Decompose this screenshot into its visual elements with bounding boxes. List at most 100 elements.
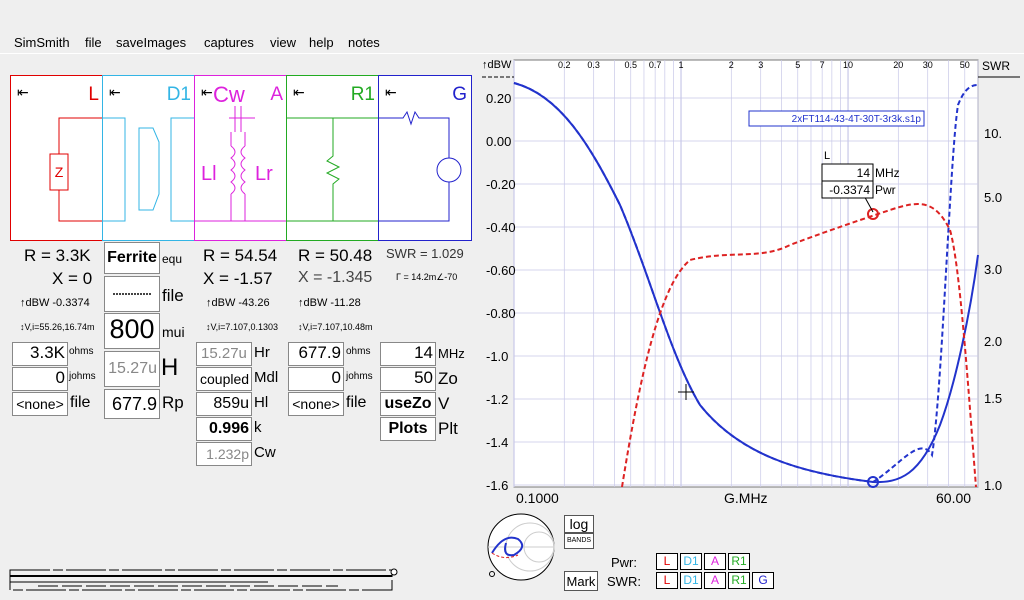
pwr-toggle-r1[interactable]: R1 [728, 553, 750, 570]
mark-button[interactable]: Mark [564, 571, 598, 591]
r1-file-label: file [346, 394, 367, 411]
y-tick-label: -1.0 [486, 349, 508, 364]
menu-simsmith[interactable]: SimSmith [14, 35, 70, 50]
swr-axis-ticks: 10. 5.0 3.0 2.0 1.5 1.0 [984, 126, 1002, 493]
l-x-value: X = 0 [52, 269, 93, 288]
y-tick-label: 0.20 [486, 91, 511, 106]
menu-captures[interactable]: captures [204, 35, 254, 50]
swr-toggle-g[interactable]: G [752, 572, 774, 589]
mui-input[interactable]: 800 [104, 313, 160, 349]
a-hr-label: Hr [254, 344, 270, 361]
panel-l[interactable]: ⇤ L Z [10, 75, 104, 241]
g-swr-value: SWR = 1.029 [386, 246, 464, 261]
a-mdl-select[interactable]: coupled [196, 367, 252, 391]
g-plots-button[interactable]: Plots [380, 417, 436, 441]
h-input[interactable]: 15.27u [104, 351, 160, 387]
l-johms-input[interactable]: 0 [12, 367, 68, 391]
ferrite-select[interactable]: Ferrite [104, 242, 160, 274]
d1-file-label: file [162, 286, 184, 305]
menu-bar: SimSmith file saveImages captures view h… [0, 33, 1024, 53]
a-x-value: X = -1.57 [203, 269, 273, 288]
swr-toggle-r1[interactable]: R1 [728, 572, 750, 589]
g-freq-unit: MHz [438, 346, 465, 361]
equ-label: equ [162, 252, 183, 266]
swr-tick-label: 3.0 [984, 262, 1002, 277]
log-button[interactable]: log [564, 515, 594, 533]
swr-legend-label: SWR: [607, 574, 641, 589]
smith-chart-thumbnail[interactable] [484, 513, 562, 585]
menu-file[interactable]: file [85, 35, 102, 50]
r1-johms-unit: johms [346, 371, 373, 382]
power-swr-plot[interactable]: 0.20 0.00 -0.20 -0.40 -0.60 -0.80 -1.0 -1.2 -1.4… [480, 55, 1024, 515]
r1-file-input[interactable]: <none> [288, 392, 344, 416]
menu-view[interactable]: view [270, 35, 296, 50]
swr-tick-label: 1.0 [984, 478, 1002, 493]
a-hl-label: Hl [254, 394, 269, 411]
x-axis-right-label: 60.00 [936, 490, 971, 506]
y-tick-label: -1.6 [486, 478, 508, 493]
marker-pwr: -0.3374 [829, 183, 870, 197]
top-tick-label: 2 [729, 60, 734, 70]
panel-g[interactable]: ⇤ G [378, 75, 472, 241]
marker-title: L [824, 150, 830, 162]
a-dbw: ↑dBW -43.26 [206, 297, 270, 309]
ferrite-curve-thumbnail[interactable] [104, 276, 160, 312]
a-k-input[interactable]: 0.996 [196, 417, 252, 441]
top-tick-label: 5 [795, 60, 800, 70]
l-ohms-input[interactable]: 3.3K [12, 342, 68, 366]
marker-freq: 14 [857, 166, 871, 180]
a-hl-input[interactable]: 859u [196, 392, 252, 416]
g-gamma-value: Γ = 14.2m∠-70 [396, 272, 458, 282]
a-vi: ↕V,i=7.107,0.1303 [206, 322, 278, 332]
pwr-toggle-a[interactable]: A [704, 553, 726, 570]
ll-label: Ll [201, 163, 217, 185]
l-vi: ↕V,i=55.26,16.74m [20, 322, 95, 332]
r1-johms-input[interactable]: 0 [288, 367, 344, 391]
a-k-label: k [254, 419, 262, 436]
lr-label: Lr [255, 163, 273, 185]
menu-help[interactable]: help [309, 35, 334, 50]
y-tick-label: -1.2 [486, 392, 508, 407]
top-tick-label: 0.3 [587, 60, 600, 70]
pwr-toggle-l[interactable]: L [656, 553, 678, 570]
top-tick-label: 1 [679, 60, 684, 70]
r1-r-value: R = 50.48 [298, 246, 373, 265]
l-file-input[interactable]: <none> [12, 392, 68, 416]
history-slider[interactable] [8, 566, 408, 592]
a-hr-input[interactable]: 15.27u [196, 342, 252, 366]
h-label: H [161, 354, 179, 381]
l-ohms-unit: ohms [69, 346, 94, 357]
y-tick-label: -0.60 [486, 263, 516, 278]
panel-a[interactable]: ⇤ Cw A Ll Lr [194, 75, 288, 241]
top-tick-label: 10 [843, 60, 853, 70]
g-zo-label: Zo [438, 369, 458, 388]
rp-input[interactable]: 677.9 [104, 389, 160, 419]
panel-r1[interactable]: ⇤ R1 [286, 75, 380, 241]
swr-axis-label: SWR [982, 59, 1010, 73]
top-tick-label: 0.5 [624, 60, 637, 70]
swr-tick-label: 1.5 [984, 391, 1002, 406]
swr-toggle-l[interactable]: L [656, 572, 678, 589]
swr-tick-label: 10. [984, 126, 1002, 141]
pwr-toggle-d1[interactable]: D1 [680, 553, 702, 570]
bands-button[interactable]: BANDS [564, 533, 594, 549]
shunt-resistor-symbol [287, 117, 379, 222]
a-cw-input[interactable]: 1.232p [196, 442, 252, 466]
top-tick-label: 20 [893, 60, 903, 70]
g-usezo-select[interactable]: useZo [380, 392, 436, 416]
swr-toggle-a[interactable]: A [704, 572, 726, 589]
a-r-value: R = 54.54 [203, 246, 278, 265]
swr-toggle-d1[interactable]: D1 [680, 572, 702, 589]
menu-saveimages[interactable]: saveImages [116, 35, 186, 50]
a-cw-label: Cw [254, 444, 276, 461]
g-zo-input[interactable]: 50 [380, 367, 436, 391]
y-tick-label: -1.4 [486, 435, 508, 450]
a-mdl-label: Mdl [254, 369, 279, 386]
r1-ohms-unit: ohms [346, 346, 371, 357]
r1-ohms-input[interactable]: 677.9 [288, 342, 344, 366]
menu-notes[interactable]: notes [348, 35, 380, 50]
g-freq-input[interactable]: 14 [380, 342, 436, 366]
ferrite-symbol [103, 117, 195, 222]
panel-d1[interactable]: ⇤ D1 [102, 75, 196, 241]
y-tick-label: 0.00 [486, 134, 511, 149]
